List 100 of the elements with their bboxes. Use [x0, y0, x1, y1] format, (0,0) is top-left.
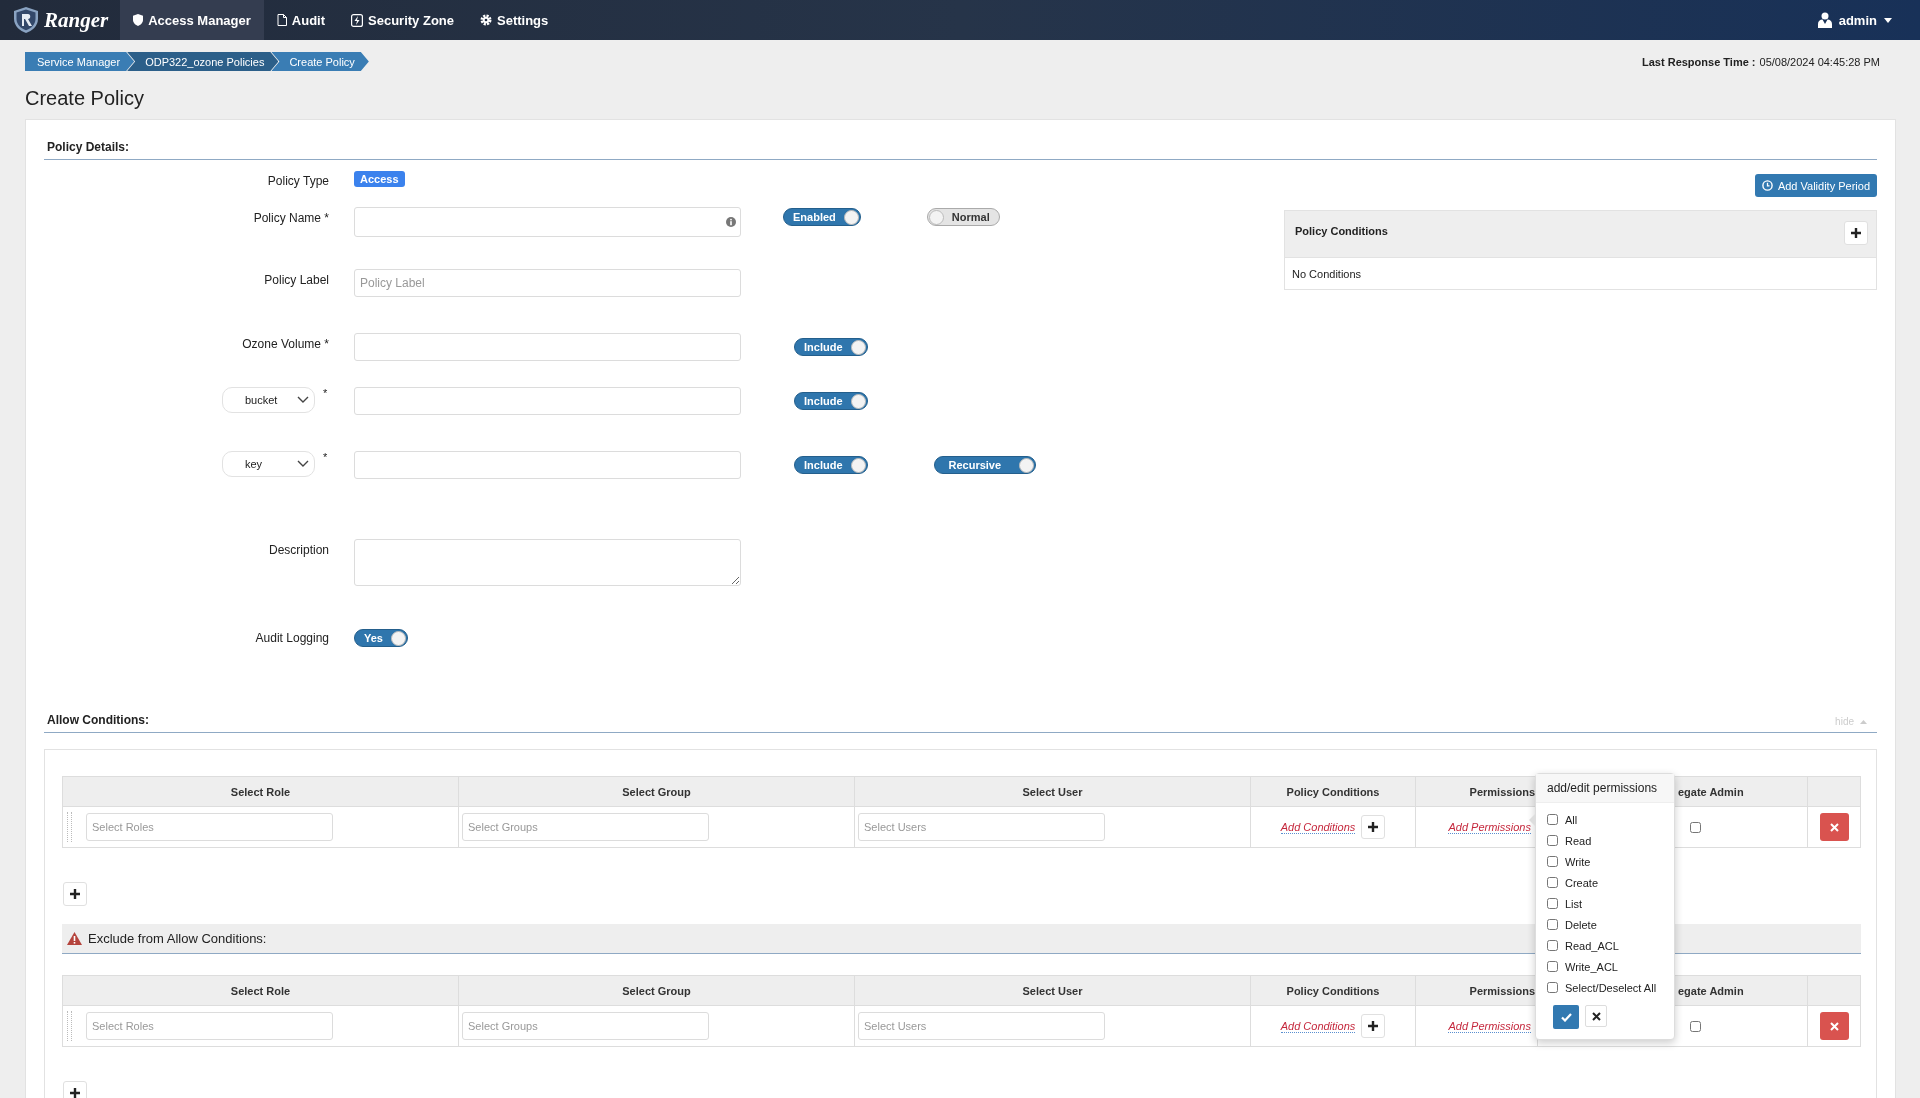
text-field[interactable]: [354, 333, 741, 361]
toggle-switch[interactable]: Yes: [354, 629, 408, 647]
text-field[interactable]: Select Users: [858, 813, 1105, 841]
field-label: Policy Name *: [253, 211, 329, 225]
confirm-button[interactable]: [1553, 1005, 1579, 1029]
text-field[interactable]: Select Groups: [462, 1012, 709, 1040]
permission-label[interactable]: Select/Deselect All: [1565, 981, 1657, 994]
toggle-switch[interactable]: Include: [794, 456, 868, 474]
column-header: Select Group: [622, 984, 691, 997]
permission-checkbox[interactable]: [1547, 814, 1558, 825]
permission-checkbox[interactable]: [1547, 940, 1558, 951]
resource-select[interactable]: bucket: [222, 387, 315, 413]
cancel-button[interactable]: [1585, 1005, 1607, 1027]
delegate-admin-checkbox[interactable]: [1690, 821, 1701, 833]
resource-select[interactable]: key: [222, 451, 315, 477]
nav-tab[interactable]: Settings: [467, 0, 562, 40]
permission-checkbox[interactable]: [1547, 919, 1558, 930]
toggle-switch[interactable]: Include: [794, 392, 868, 410]
column-header: Select Group: [622, 785, 691, 798]
breadcrumb-link[interactable]: ODP322_ozone Policies: [127, 52, 279, 71]
permission-checkbox[interactable]: [1547, 856, 1558, 867]
page-title: Create Policy: [25, 86, 145, 110]
plus-icon: [1368, 822, 1379, 832]
section-heading: Policy Details:: [47, 140, 130, 154]
add-row-button[interactable]: [63, 882, 87, 906]
clock-icon: [1761, 180, 1773, 191]
column-header: Policy Conditions: [1286, 785, 1380, 798]
add-conditions-link[interactable]: Add Conditions: [1280, 820, 1356, 834]
chevron-icon: [297, 460, 309, 468]
toggle-switch[interactable]: Normal: [926, 208, 1000, 226]
nav-tab[interactable]: Audit: [263, 0, 339, 40]
nav-tab[interactable]: Security Zone: [338, 0, 467, 40]
permission-checkbox[interactable]: [1547, 961, 1558, 972]
add-condition-button[interactable]: [1361, 1014, 1386, 1038]
permission-label[interactable]: Read_ACL: [1565, 939, 1619, 952]
column-header: Select Role: [230, 984, 291, 997]
column-header: Permissions: [1469, 785, 1535, 798]
add-condition-button[interactable]: [1844, 221, 1868, 245]
permission-label[interactable]: All: [1565, 813, 1578, 826]
column-header: Select User: [1022, 785, 1083, 798]
text-field[interactable]: Policy Label: [354, 269, 741, 297]
caret-up-icon: [1860, 719, 1867, 724]
permission-label[interactable]: Read: [1565, 834, 1592, 847]
logo-link[interactable]: Ranger: [14, 7, 109, 33]
delegate-admin-checkbox[interactable]: [1690, 1020, 1701, 1032]
text-field[interactable]: Select Roles: [86, 813, 333, 841]
permission-label[interactable]: List: [1565, 897, 1583, 910]
field-label: Audit Logging: [255, 631, 329, 645]
plus-icon: [70, 1088, 80, 1098]
policy-type-badge: Access: [354, 171, 405, 187]
close-icon: [1829, 1021, 1839, 1031]
text-field[interactable]: Select Users: [858, 1012, 1105, 1040]
add-validity-period-button[interactable]: Add Validity Period: [1754, 174, 1877, 197]
text-field[interactable]: [354, 451, 741, 479]
add-conditions-link[interactable]: Add Conditions: [1280, 1019, 1356, 1033]
text-field[interactable]: [354, 387, 741, 415]
drag-handle[interactable]: [67, 1011, 72, 1041]
delete-button[interactable]: [1819, 813, 1849, 841]
permission-checkbox[interactable]: [1547, 898, 1558, 909]
add-row-button[interactable]: [63, 1081, 87, 1098]
add-condition-button[interactable]: [1361, 815, 1386, 839]
field-label: Policy Type: [267, 174, 329, 188]
permission-checkbox[interactable]: [1547, 835, 1558, 846]
nav-tab[interactable]: Access Manager: [120, 0, 264, 40]
user-icon: [1817, 12, 1832, 28]
text-field[interactable]: Select Roles: [86, 1012, 333, 1040]
shield-logo-icon: [14, 7, 38, 33]
file-icon: [276, 14, 287, 26]
plus-icon: [70, 889, 80, 899]
delete-button[interactable]: [1819, 1012, 1849, 1040]
toggle-switch[interactable]: Include: [794, 338, 868, 356]
policy-name-field[interactable]: [354, 207, 741, 237]
text-field[interactable]: Select Groups: [462, 813, 709, 841]
permission-label[interactable]: Write_ACL: [1565, 960, 1618, 973]
check-icon: [1560, 1012, 1572, 1022]
permission-checkbox[interactable]: [1547, 877, 1558, 888]
required-mark: *: [323, 387, 328, 399]
permission-checkbox[interactable]: [1547, 982, 1558, 993]
toggle-switch[interactable]: Enabled: [783, 208, 861, 226]
bolt-icon: [351, 13, 364, 27]
plus-icon: [1368, 1021, 1379, 1031]
user-menu[interactable]: admin: [1817, 12, 1892, 28]
permission-label[interactable]: Delete: [1565, 918, 1597, 931]
drag-handle[interactable]: [67, 812, 72, 842]
warning-icon: [67, 932, 82, 945]
permission-label[interactable]: Create: [1565, 876, 1599, 889]
close-icon: [1829, 822, 1839, 832]
add-permissions-link[interactable]: Add Permissions: [1448, 1019, 1531, 1033]
plus-icon: [1851, 228, 1861, 238]
toggle-switch[interactable]: Recursive: [933, 456, 1036, 474]
permission-label[interactable]: Write: [1565, 855, 1591, 868]
column-header: Policy Conditions: [1286, 984, 1380, 997]
gear-icon: [480, 14, 492, 26]
breadcrumb-link[interactable]: Service Manager: [25, 52, 135, 71]
close-icon: [1591, 1011, 1601, 1021]
breadcrumb-link[interactable]: Create Policy: [271, 52, 369, 71]
last-response-time: 05/08/2024 04:45:28 PM: [1759, 55, 1880, 68]
description-field[interactable]: [354, 539, 741, 586]
column-header: egate Admin: [1678, 984, 1744, 997]
column-header: Select User: [1022, 984, 1083, 997]
